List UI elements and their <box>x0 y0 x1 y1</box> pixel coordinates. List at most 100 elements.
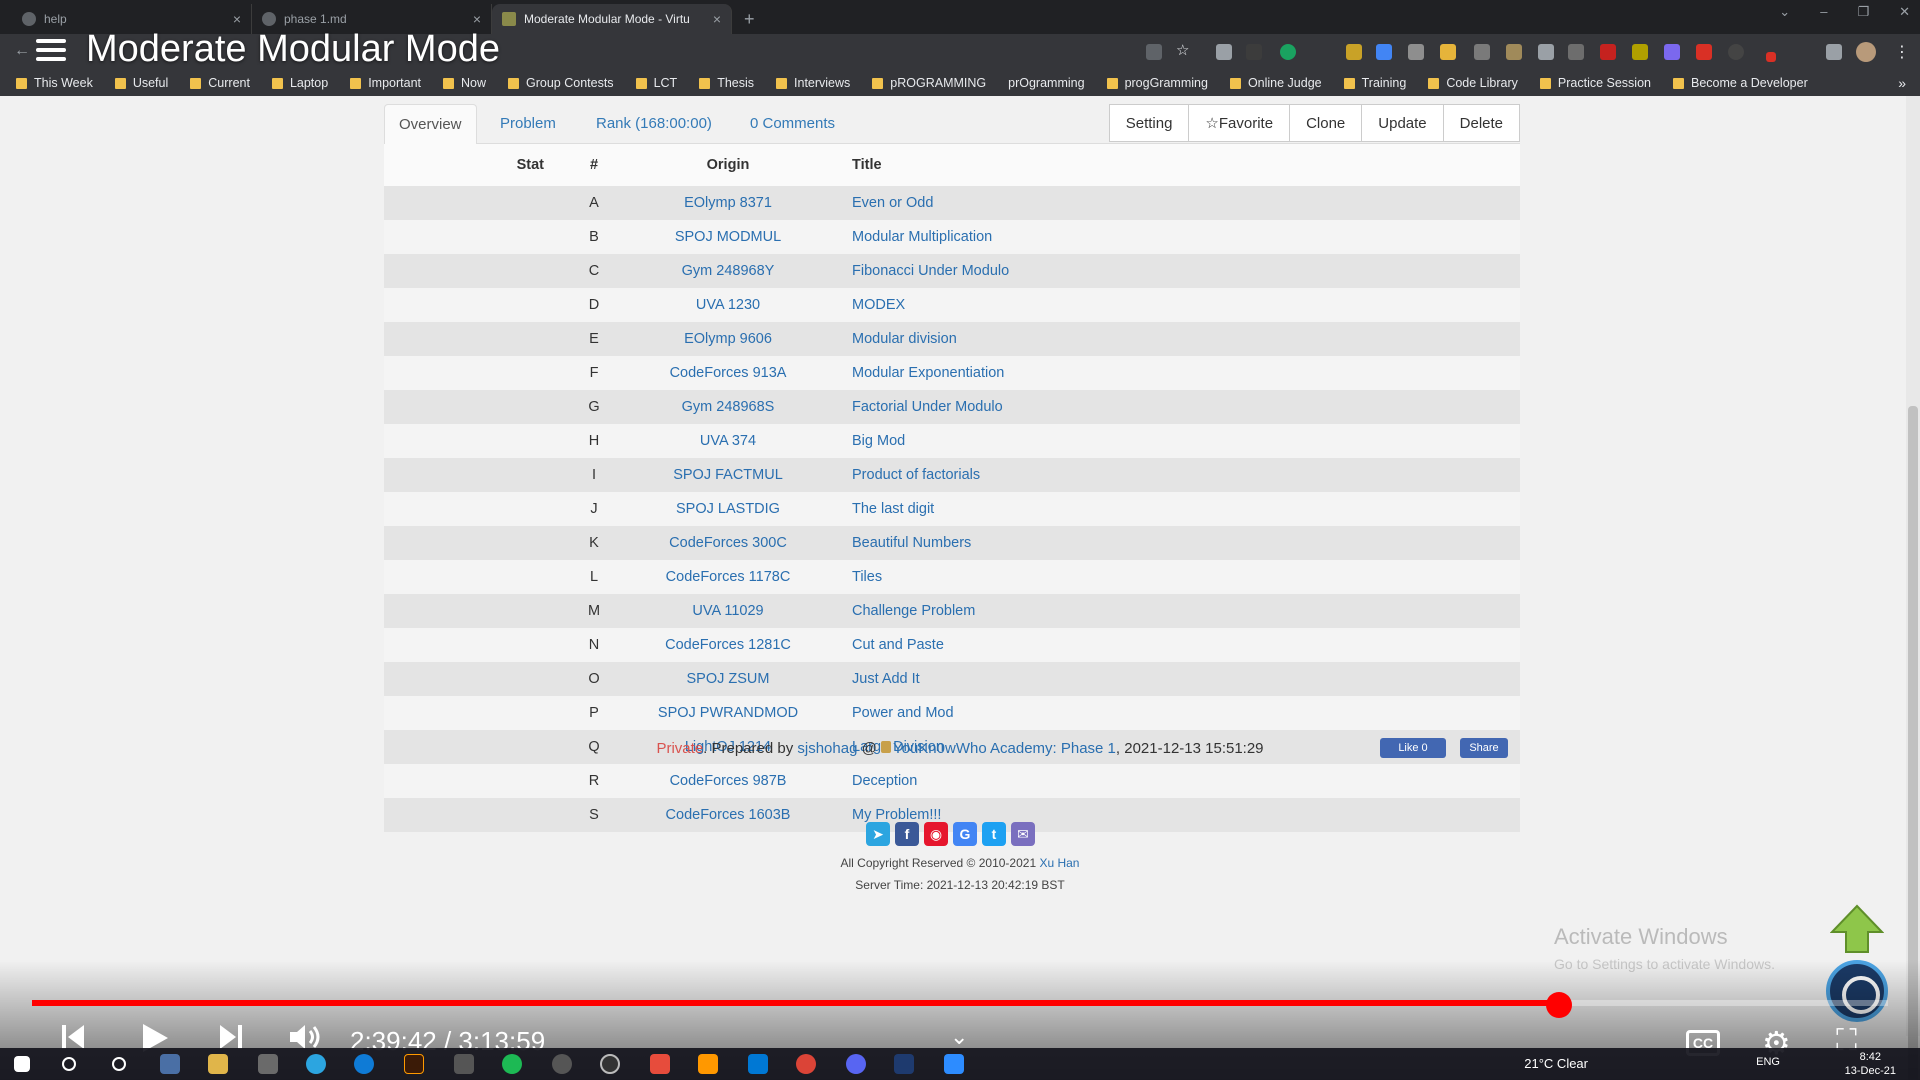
group-link[interactable]: YouKn0wWho Academy: Phase 1 <box>893 740 1116 757</box>
telegram-icon[interactable]: ➤ <box>866 822 890 846</box>
video-progress-bar[interactable] <box>32 992 1888 1018</box>
tab-rank[interactable]: Rank (168:00:00) <box>582 104 726 144</box>
problem-origin-link[interactable]: EOlymp 8371 <box>624 186 832 220</box>
extension-icon[interactable] <box>1280 44 1296 60</box>
taskbar-clock[interactable]: 8:42 13-Dec-21 <box>1845 1050 1896 1078</box>
extension-icon[interactable] <box>1474 44 1490 60</box>
back-icon[interactable]: ← <box>14 42 30 60</box>
problem-origin-link[interactable]: SPOJ ZSUM <box>624 662 832 696</box>
bookmark-item[interactable]: prOgramming <box>1008 76 1084 90</box>
clone-button[interactable]: Clone <box>1289 104 1363 142</box>
extension-icon[interactable] <box>1376 44 1392 60</box>
problem-title-link[interactable]: Modular division <box>832 322 1520 356</box>
extension-icon[interactable] <box>1440 44 1456 60</box>
problem-origin-link[interactable]: CodeForces 300C <box>624 526 832 560</box>
spotify-icon[interactable] <box>502 1054 522 1074</box>
tab-moderate-modular-mode[interactable]: Moderate Modular Mode - Virtu × <box>492 4 732 34</box>
setting-button[interactable]: Setting <box>1108 104 1190 142</box>
extension-icon[interactable] <box>1766 52 1776 62</box>
problem-origin-link[interactable]: SPOJ LASTDIG <box>624 492 832 526</box>
extension-icon[interactable] <box>1568 44 1584 60</box>
extension-icon[interactable] <box>1408 44 1424 60</box>
terminal-icon[interactable] <box>894 1054 914 1074</box>
bookmark-item[interactable]: Online Judge <box>1229 76 1322 90</box>
extension-icon[interactable] <box>1346 44 1362 60</box>
store-icon[interactable] <box>258 1054 278 1074</box>
dropdown-icon[interactable]: ⌄ <box>1779 4 1790 20</box>
zoom-icon[interactable] <box>944 1054 964 1074</box>
close-icon[interactable]: × <box>473 11 481 27</box>
share-icon[interactable] <box>1146 44 1162 60</box>
windows-start-icon[interactable] <box>14 1056 30 1072</box>
problem-origin-link[interactable]: CodeForces 987B <box>624 764 832 798</box>
email-icon[interactable]: ✉ <box>1011 822 1035 846</box>
mail-icon[interactable] <box>160 1054 180 1074</box>
extension-icon[interactable] <box>1728 44 1744 60</box>
problem-title-link[interactable]: Big Mod <box>832 424 1520 458</box>
avatar[interactable] <box>1856 42 1876 62</box>
bookmark-item[interactable]: Training <box>1343 76 1406 90</box>
discord-icon[interactable] <box>846 1054 866 1074</box>
facebook-share-button[interactable]: Share <box>1460 738 1508 758</box>
file-explorer-icon[interactable] <box>208 1054 228 1074</box>
extension-icon[interactable] <box>1506 44 1522 60</box>
obs-icon[interactable] <box>600 1054 620 1074</box>
search-icon[interactable] <box>62 1057 76 1071</box>
weather-tray[interactable]: 21°C Clear <box>1524 1056 1588 1071</box>
problem-title-link[interactable]: Fibonacci Under Modulo <box>832 254 1520 288</box>
chrome-icon[interactable] <box>796 1054 816 1074</box>
problem-origin-link[interactable]: CodeForces 913A <box>624 356 832 390</box>
telegram-app-icon[interactable] <box>306 1054 326 1074</box>
office-icon[interactable] <box>650 1054 670 1074</box>
extension-icon[interactable] <box>1216 44 1232 60</box>
bookmark-item[interactable]: Useful <box>114 76 168 90</box>
problem-title-link[interactable]: Just Add It <box>832 662 1520 696</box>
illustrator-icon[interactable] <box>404 1054 424 1074</box>
problem-origin-link[interactable]: SPOJ MODMUL <box>624 220 832 254</box>
author-link[interactable]: sjshohag <box>797 740 857 757</box>
problem-title-link[interactable]: MODEX <box>832 288 1520 322</box>
extension-icon[interactable] <box>1664 44 1680 60</box>
close-icon[interactable]: × <box>233 11 241 27</box>
twitter-icon[interactable]: t <box>982 822 1006 846</box>
calculator-icon[interactable] <box>454 1054 474 1074</box>
star-icon[interactable]: ☆ <box>1176 41 1192 59</box>
bookmark-item[interactable]: Practice Session <box>1539 76 1651 90</box>
bookmark-item[interactable]: Code Library <box>1428 76 1518 90</box>
problem-origin-link[interactable]: CodeForces 1603B <box>624 798 832 832</box>
problem-origin-link[interactable]: CodeForces 1178C <box>624 560 832 594</box>
restore-icon[interactable]: ❐ <box>1857 4 1869 20</box>
facebook-icon[interactable]: f <box>895 822 919 846</box>
problem-origin-link[interactable]: SPOJ FACTMUL <box>624 458 832 492</box>
more-icon[interactable]: ⋮ <box>1894 42 1910 62</box>
new-tab-button[interactable]: + <box>732 4 767 34</box>
favorite-button[interactable]: ☆Favorite <box>1188 104 1291 142</box>
task-view-icon[interactable] <box>112 1057 126 1071</box>
problem-title-link[interactable]: Factorial Under Modulo <box>832 390 1520 424</box>
extension-icon[interactable] <box>1632 44 1648 60</box>
bookmark-item[interactable]: Laptop <box>271 76 328 90</box>
bookmark-item[interactable]: LCT <box>635 76 677 90</box>
extension-icon[interactable] <box>1538 44 1554 60</box>
problem-title-link[interactable]: Deception <box>832 764 1520 798</box>
bookmark-item[interactable]: Interviews <box>776 76 850 90</box>
bookmark-item[interactable]: progGramming <box>1106 76 1208 90</box>
problem-title-link[interactable]: Even or Odd <box>832 186 1520 220</box>
update-button[interactable]: Update <box>1361 104 1444 142</box>
problem-origin-link[interactable]: CodeForces 1281C <box>624 628 832 662</box>
problem-origin-link[interactable]: Gym 248968Y <box>624 254 832 288</box>
app-icon[interactable] <box>552 1054 572 1074</box>
weibo-icon[interactable]: ◉ <box>924 822 948 846</box>
problem-origin-link[interactable]: Gym 248968S <box>624 390 832 424</box>
tab-comments[interactable]: 0 Comments <box>736 104 849 144</box>
bookmark-item[interactable]: Now <box>443 76 486 90</box>
bookmark-item[interactable]: Current <box>190 76 250 90</box>
bookmark-item[interactable]: Thesis <box>699 76 754 90</box>
extension-icon[interactable] <box>1600 44 1616 60</box>
sublime-icon[interactable] <box>698 1054 718 1074</box>
minimize-icon[interactable]: – <box>1820 4 1827 20</box>
problem-title-link[interactable]: Beautiful Numbers <box>832 526 1520 560</box>
extension-icon[interactable] <box>1246 44 1262 60</box>
bookmark-item[interactable]: Important <box>350 76 421 90</box>
puzzle-icon[interactable] <box>1826 44 1842 60</box>
